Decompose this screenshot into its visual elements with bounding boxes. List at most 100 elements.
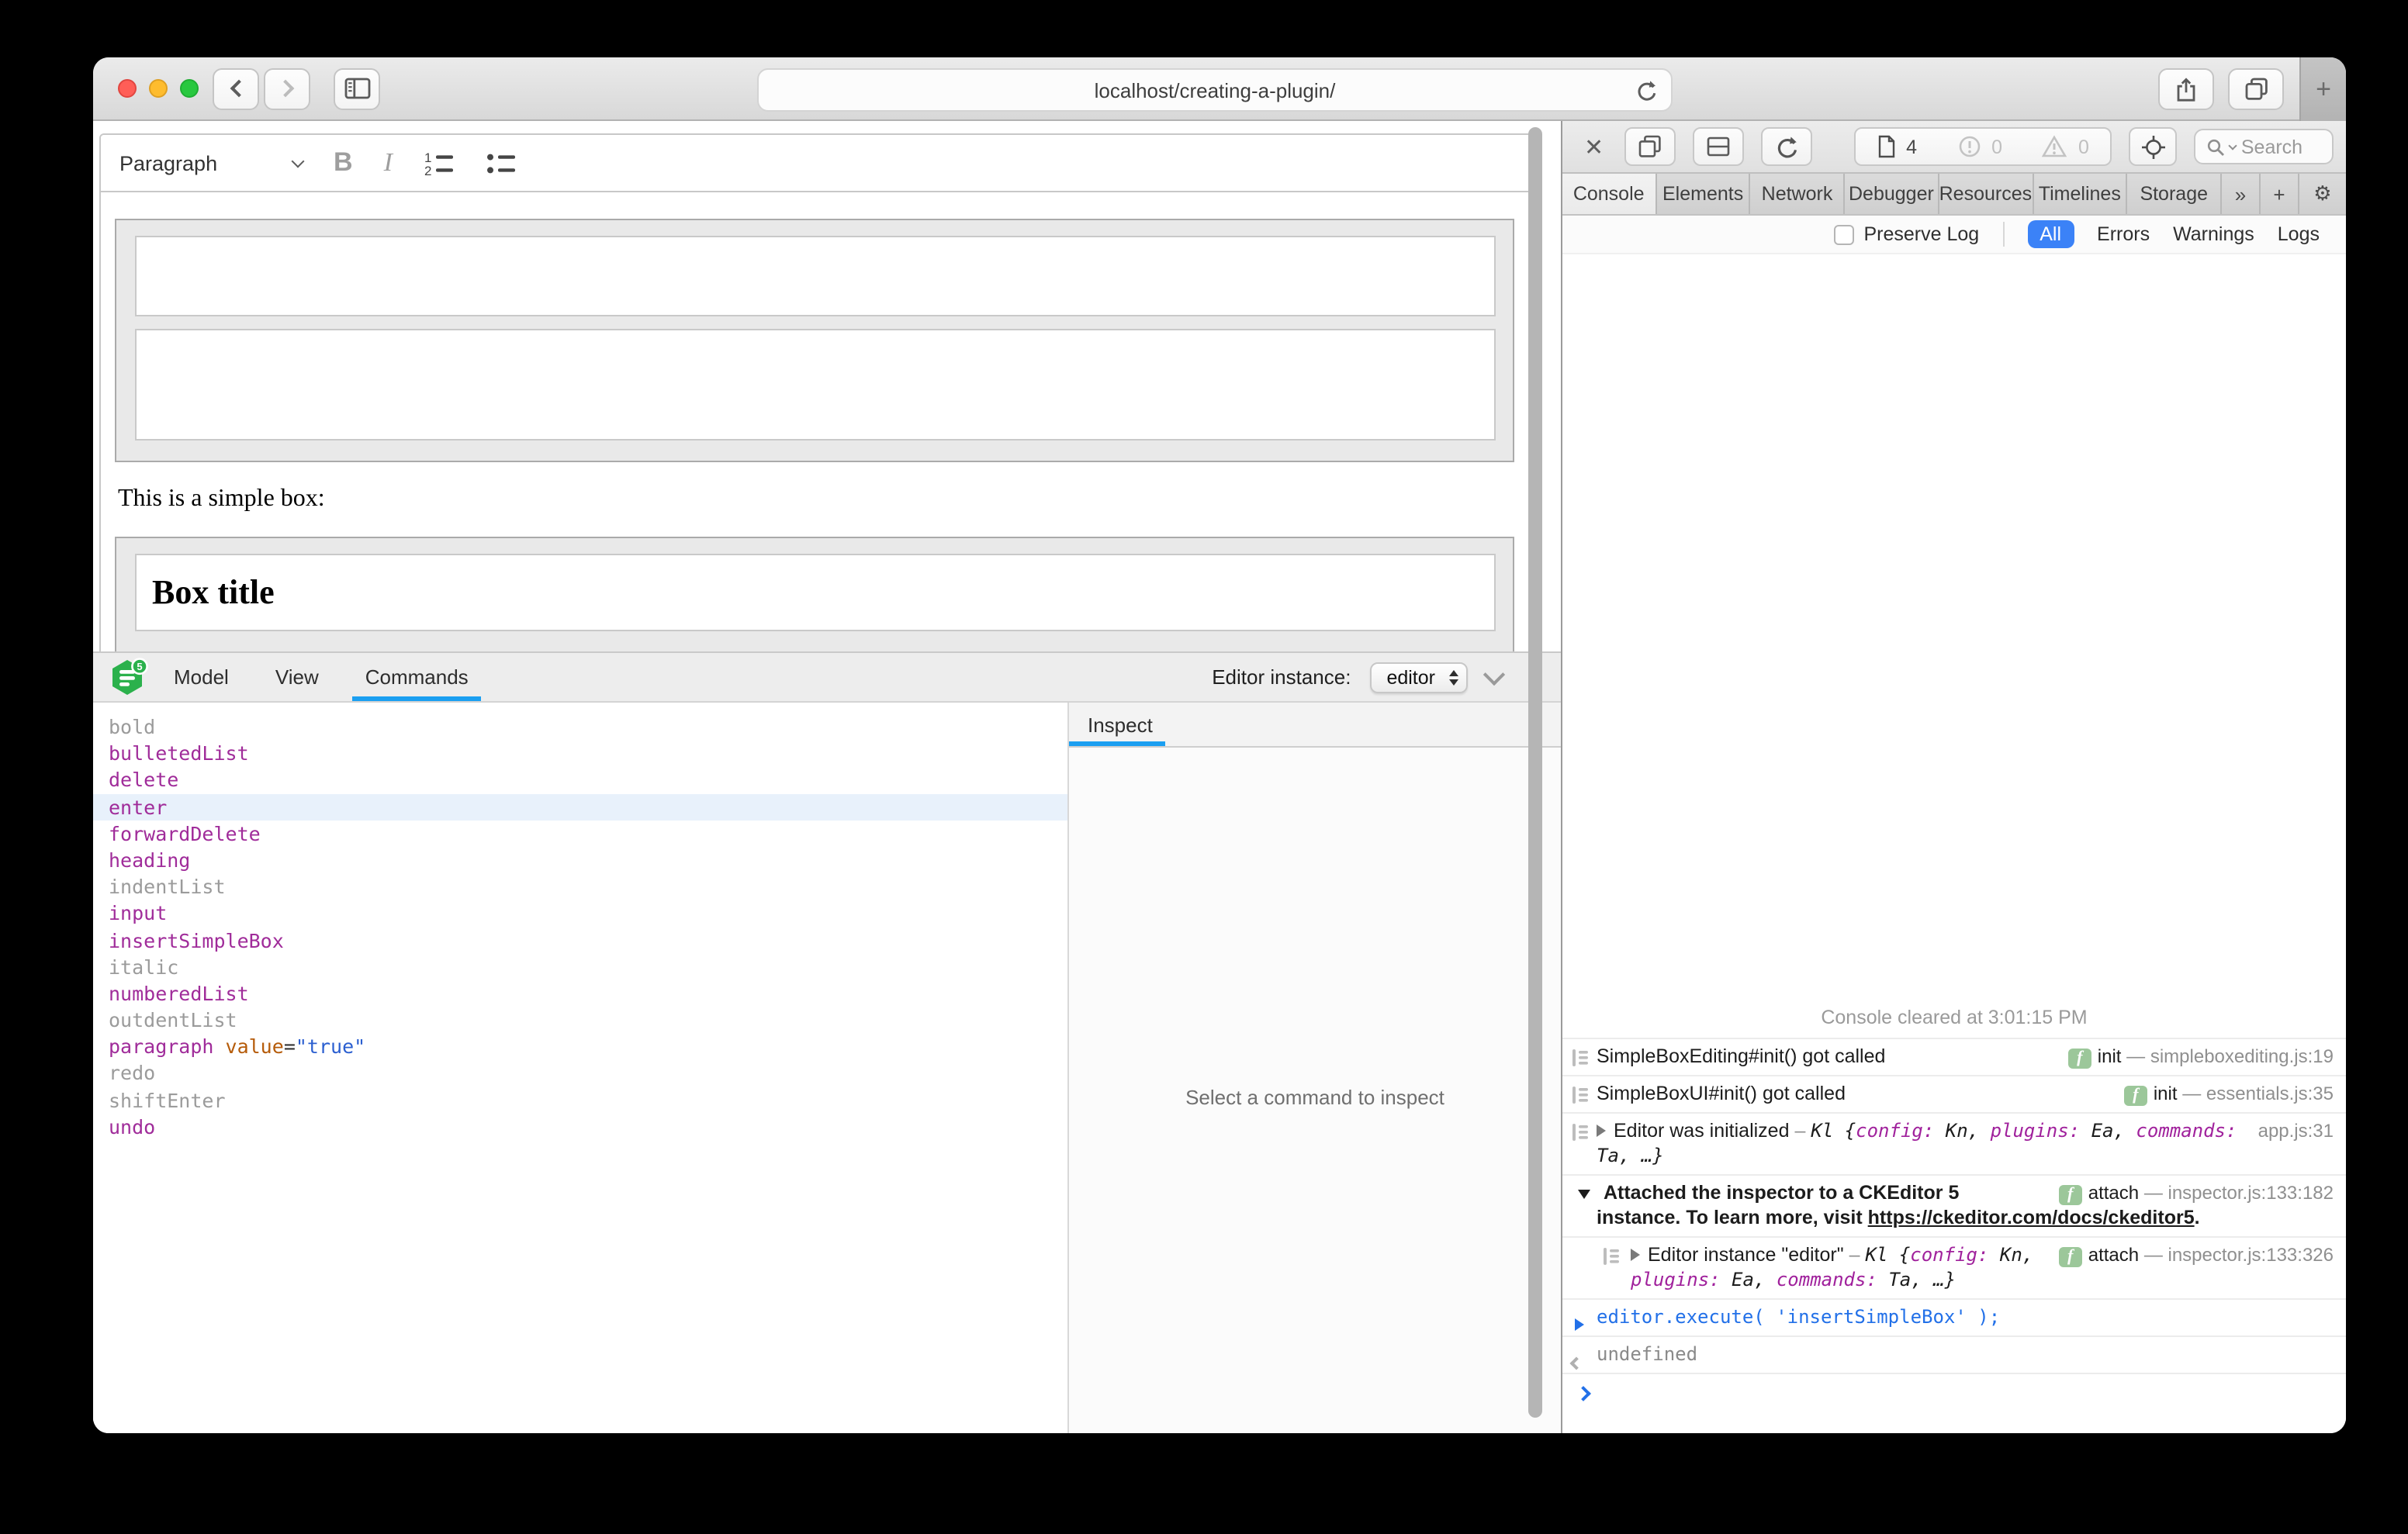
disclosure-triangle-expanded-icon[interactable] [1578,1190,1590,1199]
console-input-row[interactable] [1562,1373,2346,1411]
devtools-tab-debugger[interactable]: Debugger [1845,174,1939,214]
more-tabs-button[interactable]: » [2222,174,2261,214]
ckeditor-docs-link[interactable]: https://ckeditor.com/docs/ckeditor5 [1868,1207,2195,1228]
simple-box-description-field[interactable] [135,329,1496,441]
console-log-row[interactable]: fattach — inspector.js:133:182 Attached … [1562,1174,2346,1236]
console-result-row[interactable]: undefined [1562,1335,2346,1373]
source-location-link[interactable]: inspector.js:133:182 [2168,1182,2334,1204]
devtools-search-field[interactable]: Search [2195,129,2334,164]
close-window-button[interactable] [118,79,137,98]
function-badge-icon: f [2059,1247,2082,1267]
close-devtools-button[interactable]: ✕ [1584,133,1604,161]
zoom-window-button[interactable] [180,79,199,98]
editor-instance-select[interactable]: editor [1369,662,1468,693]
new-tab-button[interactable]: + [2299,57,2346,121]
command-item[interactable]: outdentList [93,1007,1067,1033]
command-item[interactable]: forwardDelete [93,821,1067,847]
forward-button[interactable] [264,67,310,109]
inspector-tab-commands[interactable]: Commands [362,653,472,701]
command-item[interactable]: bold [93,713,1067,740]
source-location-link[interactable]: inspector.js:133:326 [2168,1244,2334,1266]
heading-dropdown[interactable]: Paragraph [119,151,303,174]
simple-box-title-field[interactable] [135,236,1496,316]
inspector-tab-view[interactable]: View [272,653,322,701]
console-log-row[interactable]: finit — simpleboxediting.js:19 SimpleBox… [1562,1038,2346,1075]
devtools-reload-button[interactable] [1760,127,1811,166]
devtools-tab-storage[interactable]: Storage [2128,174,2222,214]
disclosure-triangle-icon[interactable] [1597,1125,1606,1137]
command-item[interactable]: input [93,900,1067,927]
reload-icon [1635,79,1657,102]
devtools-tab-timelines[interactable]: Timelines [2033,174,2127,214]
dock-bottom-button[interactable] [1692,127,1743,166]
reload-button[interactable] [1635,79,1657,102]
disclosure-triangle-icon[interactable] [1631,1249,1640,1261]
devtools-tab-console[interactable]: Console [1562,174,1656,214]
plus-icon: + [2316,74,2331,105]
editor-content[interactable]: This is a simple box: Box title [101,192,1534,651]
bulleted-list-button[interactable] [486,150,517,176]
devtools-tab-elements[interactable]: Elements [1656,174,1750,214]
command-item[interactable]: redo [93,1060,1067,1087]
ckeditor: Paragraph B I 1 2 [99,133,1536,651]
screen: localhost/creating-a-plugin/ [0,0,2408,1534]
filter-all[interactable]: All [2027,220,2074,248]
filter-errors[interactable]: Errors [2097,223,2150,245]
source-location-link[interactable]: app.js:31 [2258,1120,2334,1142]
command-item[interactable]: numberedList [93,980,1067,1007]
console-log-row-nested[interactable]: fattach — inspector.js:133:326 Editor in… [1562,1236,2346,1298]
detach-devtools-button[interactable] [1624,127,1675,166]
italic-button[interactable]: I [384,147,393,178]
command-item[interactable]: shiftEnter [93,1087,1067,1113]
inspect-tab[interactable]: Inspect [1088,703,1153,746]
add-tab-button[interactable]: + [2261,174,2299,214]
svg-text:2: 2 [424,163,431,176]
command-item[interactable]: bulletedList [93,740,1067,766]
minimize-window-button[interactable] [149,79,168,98]
simple-box-widget[interactable]: Box title [115,537,1514,651]
simple-box-widget-selected[interactable] [115,219,1514,462]
devtools-tab-network[interactable]: Network [1751,174,1845,214]
dock-bottom-icon [1706,136,1729,157]
devtools-settings-button[interactable]: ⚙ [2299,174,2346,214]
bold-button[interactable]: B [334,147,353,178]
command-item[interactable]: insertSimpleBox [93,927,1067,953]
sidebar-icon [344,78,370,99]
inspector-tab-model[interactable]: Model [171,653,232,701]
log-message-text: Editor instance "editor" [1648,1244,1844,1266]
editor-toolbar: Paragraph B I 1 2 [101,135,1534,192]
resource-summary-group[interactable]: 4 0 0 [1853,127,2112,166]
command-item[interactable]: italic [93,953,1067,979]
tab-overview-button[interactable] [2228,68,2284,110]
collapse-inspector-icon[interactable] [1483,663,1505,685]
console-pane: Console cleared at 3:01:15 PM finit — si… [1562,254,2346,1433]
log-type-icon [1572,1123,1589,1142]
source-location-link[interactable]: simpleboxediting.js:19 [2150,1045,2334,1067]
filter-logs[interactable]: Logs [2278,223,2320,245]
console-log-row[interactable]: finit — essentials.js:35 SimpleBoxUI#ini… [1562,1075,2346,1112]
console-log-row[interactable]: app.js:31 Editor was initialized – Kl {c… [1562,1112,2346,1174]
select-arrows-icon [1449,669,1458,685]
numbered-list-button[interactable]: 1 2 [424,150,455,176]
command-item[interactable]: indentList [93,873,1067,900]
command-item[interactable]: heading [93,847,1067,873]
command-item-selected[interactable]: enter [93,793,1067,820]
content-paragraph[interactable]: This is a simple box: [118,485,325,513]
element-picker-button[interactable] [2129,127,2178,166]
simple-box-title-field[interactable]: Box title [135,554,1496,631]
filter-warnings[interactable]: Warnings [2173,223,2254,245]
page-scrollbar[interactable] [1528,127,1542,1418]
url-address-field[interactable]: localhost/creating-a-plugin/ [757,68,1673,112]
share-button[interactable] [2158,68,2214,110]
command-item[interactable]: undo [93,1114,1067,1140]
back-button[interactable] [213,67,259,109]
command-item[interactable]: paragraph value="true" [93,1034,1067,1060]
executed-command-text: editor.execute( 'insertSimpleBox' ); [1597,1306,2000,1328]
warning-count-icon [2043,135,2067,158]
devtools-tab-resources[interactable]: Resources [1939,174,2034,214]
sidebar-toggle-button[interactable] [334,67,380,109]
preserve-log-checkbox[interactable] [1835,224,1855,244]
source-location-link[interactable]: essentials.js:35 [2206,1083,2334,1104]
console-command-row[interactable]: editor.execute( 'insertSimpleBox' ); [1562,1298,2346,1335]
command-item[interactable]: delete [93,767,1067,793]
